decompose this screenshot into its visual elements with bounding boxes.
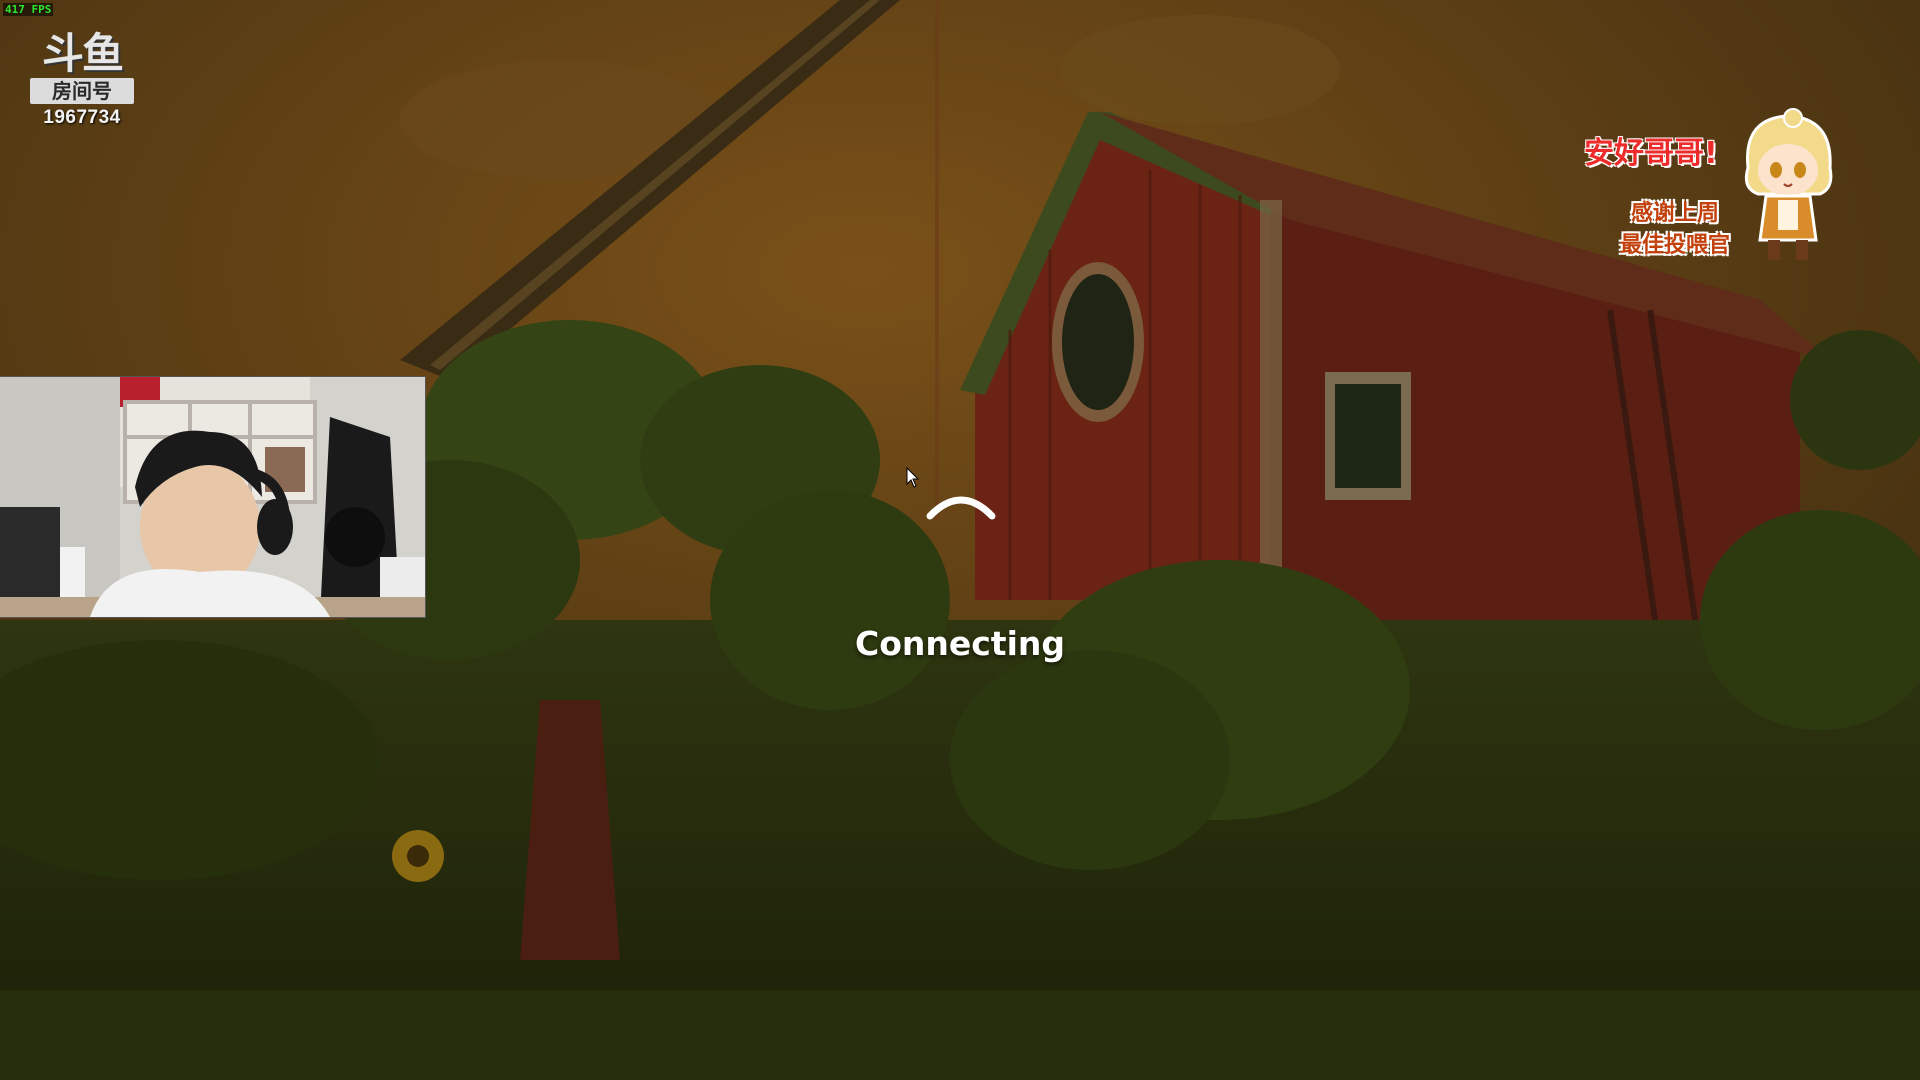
barn-window xyxy=(1335,384,1401,488)
anime-mascot-sticker xyxy=(1744,108,1833,260)
grass-foreground xyxy=(0,990,1920,1080)
connection-status: Connecting xyxy=(854,624,1066,663)
douyu-logo-icon: 斗鱼 xyxy=(41,29,124,78)
distant-pole xyxy=(935,0,939,520)
barn-round-window xyxy=(1062,274,1134,410)
thanks-line-1: 感谢上周 xyxy=(1630,201,1719,226)
greeting-text: 安好哥哥! xyxy=(1584,136,1718,171)
mouse-cursor-icon xyxy=(906,467,920,488)
thanks-line-2: 最佳投喂官 xyxy=(1619,233,1730,258)
loading-spinner-icon xyxy=(926,496,996,520)
fps-counter: 417 FPS xyxy=(3,3,54,16)
cloud xyxy=(1060,15,1340,125)
tree-canopy xyxy=(710,490,950,710)
sunflower-center xyxy=(407,845,429,867)
bush xyxy=(950,650,1230,870)
room-label: 房间号 xyxy=(30,78,134,104)
thanks-text: 感谢上周 最佳投喂官 xyxy=(1605,198,1745,262)
webcam-feed xyxy=(0,376,426,618)
room-number: 1967734 xyxy=(43,107,121,128)
room-logo: 斗鱼 房间号 1967734 xyxy=(30,32,134,129)
